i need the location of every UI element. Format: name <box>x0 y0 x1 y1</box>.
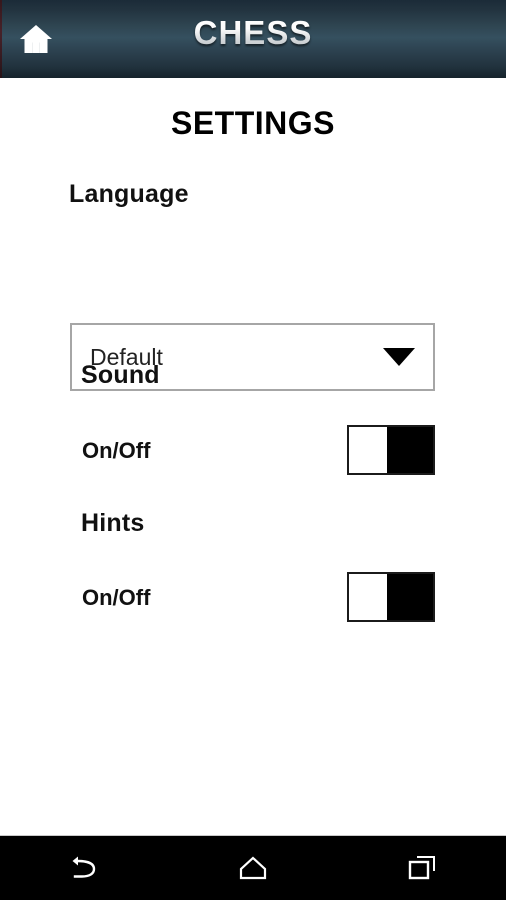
hints-toggle[interactable] <box>347 572 435 622</box>
chevron-down-icon <box>383 348 415 366</box>
sound-toggle-label: On/Off <box>82 438 151 463</box>
hints-toggle-thumb <box>349 574 388 620</box>
hints-toggle-label: On/Off <box>82 585 151 610</box>
sound-section-heading: Sound <box>81 361 160 389</box>
sound-toggle[interactable] <box>347 425 435 475</box>
settings-screen: SETTINGS Language Default Sound On/Off H… <box>0 78 506 836</box>
nav-back-button[interactable] <box>34 836 134 900</box>
recents-squares-icon <box>408 856 435 880</box>
nav-recents-button[interactable] <box>372 836 472 900</box>
hints-row: On/Off <box>0 572 506 624</box>
hints-section-heading: Hints <box>81 509 145 537</box>
app-title: CHESS <box>0 14 506 52</box>
back-arrow-icon <box>72 856 96 878</box>
sound-toggle-thumb <box>349 427 388 473</box>
sound-row: On/Off <box>0 425 506 477</box>
app-header: CHESS <box>0 0 506 78</box>
nav-home-button[interactable] <box>203 836 303 900</box>
language-section-heading: Language <box>69 180 189 208</box>
system-navigation-bar <box>0 835 506 900</box>
page-title: SETTINGS <box>170 105 335 141</box>
home-outline-icon <box>239 856 267 880</box>
